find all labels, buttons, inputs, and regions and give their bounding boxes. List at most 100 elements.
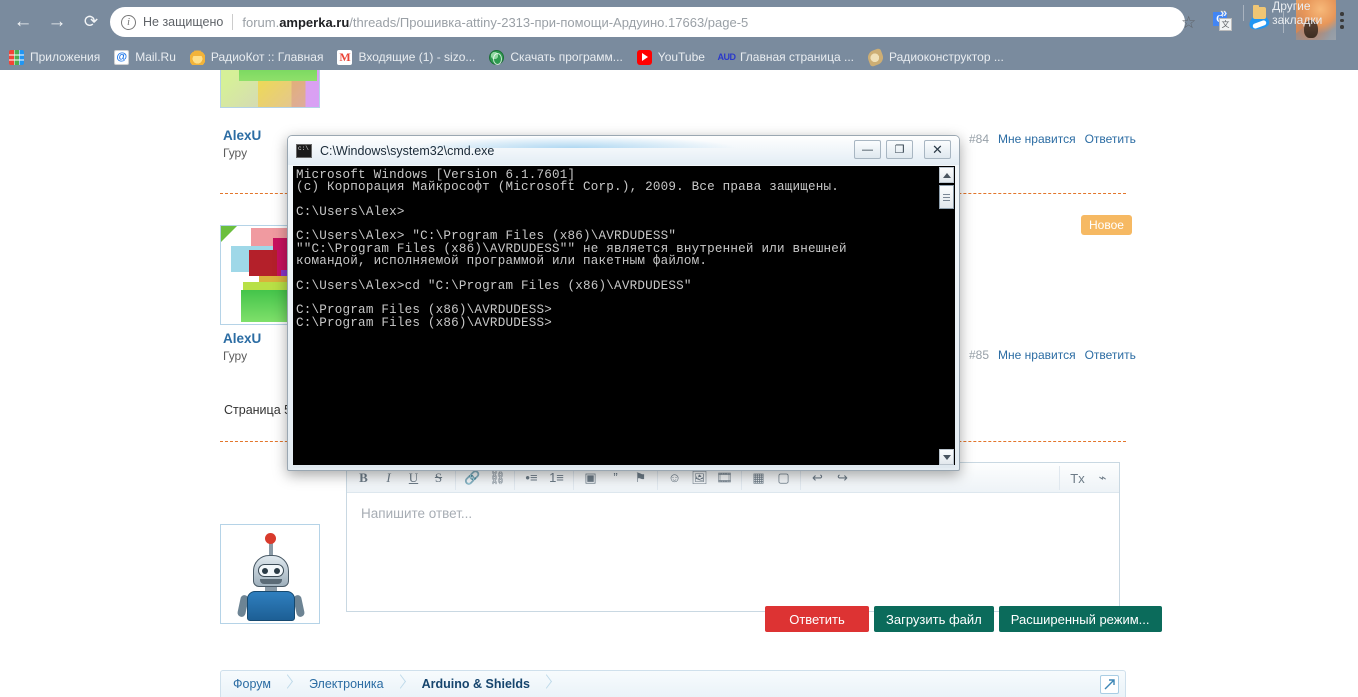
scroll-down-button[interactable]: [939, 449, 954, 465]
cmd-console[interactable]: Microsoft Windows [Version 6.1.7601] (c)…: [293, 166, 955, 466]
bookmark-aud[interactable]: Главная страница ...: [719, 50, 854, 65]
breadcrumb-chevron-icon: [540, 671, 556, 697]
breadcrumb-chevron-icon: [281, 671, 297, 697]
upload-file-button[interactable]: Загрузить файл: [874, 606, 994, 632]
chevron-down-icon: [942, 454, 951, 460]
scrollbar-thumb[interactable]: [939, 185, 954, 209]
current-user-avatar: [220, 524, 320, 624]
draft-tools-icon[interactable]: ⌁: [1090, 467, 1115, 489]
breadcrumb-item-forum[interactable]: Форум: [221, 677, 281, 691]
post-author-link[interactable]: AlexU: [223, 128, 261, 143]
bookmarks-divider: [1243, 5, 1244, 21]
robot-eye-left: [262, 568, 268, 574]
avatar-image: [221, 70, 319, 107]
avatar[interactable]: [220, 70, 320, 108]
bookmark-radiokot[interactable]: РадиоКот :: Главная: [189, 49, 324, 65]
security-status-label: Не защищено: [143, 15, 224, 29]
forward-button[interactable]: →: [40, 5, 74, 39]
new-post-badge: Новое: [1081, 215, 1132, 235]
robot-eye-right: [274, 568, 280, 574]
back-button[interactable]: ←: [6, 5, 40, 39]
post-author-title: Гуру: [223, 349, 248, 363]
cmd-window[interactable]: C:\Windows\system32\cmd.exe — ❐ ✕ Micros…: [287, 135, 960, 471]
bookmark-radiokonstruktor[interactable]: Радиоконструктор ...: [865, 47, 1004, 67]
reply-textarea[interactable]: Напишите ответ...: [347, 494, 1119, 611]
breadcrumb-item-current[interactable]: Arduino & Shields: [410, 677, 540, 691]
url-path: /threads/Прошивка-attiny-2313-при-помощи…: [349, 14, 749, 30]
cmd-app-icon: [296, 143, 312, 158]
bookmark-label: Скачать программ...: [510, 50, 623, 64]
reply-link[interactable]: Ответить: [1085, 348, 1136, 362]
post-meta: #85 Мне нравится Ответить: [969, 348, 1145, 362]
omnibox-divider: [232, 14, 234, 30]
like-link[interactable]: Мне нравится: [998, 132, 1076, 146]
expand-arrow-glyph: [1104, 679, 1115, 690]
expand-icon[interactable]: [1100, 675, 1119, 694]
scroll-up-button[interactable]: [939, 167, 954, 183]
chevron-up-icon: [942, 172, 951, 178]
cmd-window-footer: [293, 465, 955, 468]
url-host: amperka.ru: [279, 14, 350, 30]
like-link[interactable]: Мне нравится: [998, 348, 1076, 362]
bookmark-label: YouTube: [657, 50, 705, 64]
aud-icon: [719, 50, 734, 65]
bookmark-youtube[interactable]: YouTube: [636, 49, 705, 65]
url-text: forum.amperka.ru/threads/Прошивка-attiny…: [242, 15, 748, 30]
minimize-button[interactable]: —: [854, 140, 881, 159]
bookmark-star-icon[interactable]: ☆: [1181, 13, 1196, 33]
antenna-ball: [265, 533, 276, 544]
bookmark-apps[interactable]: Приложения: [9, 49, 101, 65]
bookmarks-bar: Приложения Mail.Ru РадиоКот :: Главная В…: [0, 44, 1358, 70]
address-bar[interactable]: i Не защищено forum.amperka.ru/threads/П…: [110, 7, 1185, 37]
breadcrumb: Форум Электроника Arduino & Shields: [220, 670, 1126, 697]
avatar-corner-flag: [221, 226, 237, 242]
post-meta: #84 Мне нравится Ответить: [969, 132, 1145, 146]
radio-icon: [865, 47, 886, 67]
reply-submit-button[interactable]: Ответить: [765, 606, 869, 632]
post-number: #84: [969, 132, 990, 146]
bookmark-label: Приложения: [30, 50, 101, 64]
post-number: #85: [969, 348, 990, 362]
radiokot-cat-icon: [189, 49, 205, 65]
bookmark-mailru[interactable]: Mail.Ru: [114, 49, 176, 65]
reply-link[interactable]: Ответить: [1085, 132, 1136, 146]
editor-action-buttons: Ответить Загрузить файл Расширенный режи…: [765, 606, 1162, 632]
cmd-scrollbar[interactable]: [938, 166, 955, 466]
bookmark-label: Входящие (1) - sizo...: [358, 50, 476, 64]
editor-panel: B I U S 🔗 ⛓ •≡ 1≡ ▣ ” ⚑ ☺ 🖼 🎞 ▦ ▢ ↩ ↪ Tx…: [346, 462, 1120, 612]
breadcrumb-chevron-icon: [394, 671, 410, 697]
bookmark-label: РадиоКот :: Главная: [210, 50, 324, 64]
bookmark-label: Mail.Ru: [135, 50, 176, 64]
globe-icon: [489, 49, 505, 65]
mailru-icon: [114, 49, 130, 65]
gmail-icon: [337, 49, 353, 65]
folder-icon: [1253, 4, 1267, 19]
avatar-swatch: [249, 250, 277, 276]
robot-mouth: [260, 579, 282, 584]
breadcrumb-item-electronics[interactable]: Электроника: [297, 677, 394, 691]
bookmark-label: Радиоконструктор ...: [889, 50, 1004, 64]
close-button[interactable]: ✕: [924, 140, 951, 159]
toolbar-group-right: Tx ⌁: [1059, 466, 1115, 490]
bender-robot-avatar-image: [236, 531, 306, 623]
apps-grid-icon: [9, 49, 24, 65]
close-icon: ✕: [932, 141, 943, 157]
cmd-console-text: Microsoft Windows [Version 6.1.7601] (c)…: [296, 168, 847, 330]
post-author-link[interactable]: AlexU: [223, 331, 261, 346]
maximize-button[interactable]: ❐: [886, 140, 913, 159]
bookmark-download[interactable]: Скачать программ...: [489, 49, 623, 65]
url-prefix: forum.: [242, 14, 280, 30]
bookmark-label: Главная страница ...: [739, 50, 855, 64]
cmd-titlebar[interactable]: C:\Windows\system32\cmd.exe — ❐ ✕: [288, 136, 959, 165]
bookmarks-overflow-button[interactable]: »: [1220, 5, 1227, 20]
remove-formatting-icon[interactable]: Tx: [1065, 467, 1090, 489]
other-bookmarks-label: Другие закладки: [1272, 0, 1323, 27]
youtube-icon: [636, 49, 652, 65]
reload-button[interactable]: ⟳: [74, 5, 108, 39]
info-circle-icon[interactable]: i: [121, 14, 136, 30]
advanced-mode-button[interactable]: Расширенный режим...: [998, 606, 1162, 632]
bookmark-gmail[interactable]: Входящие (1) - sizo...: [337, 49, 476, 65]
grip-icon: [943, 193, 950, 201]
other-bookmarks-button[interactable]: Другие закладки: [1253, 0, 1358, 27]
browser-chrome: ← → ⟳ i Не защищено forum.amperka.ru/thr…: [0, 0, 1358, 70]
